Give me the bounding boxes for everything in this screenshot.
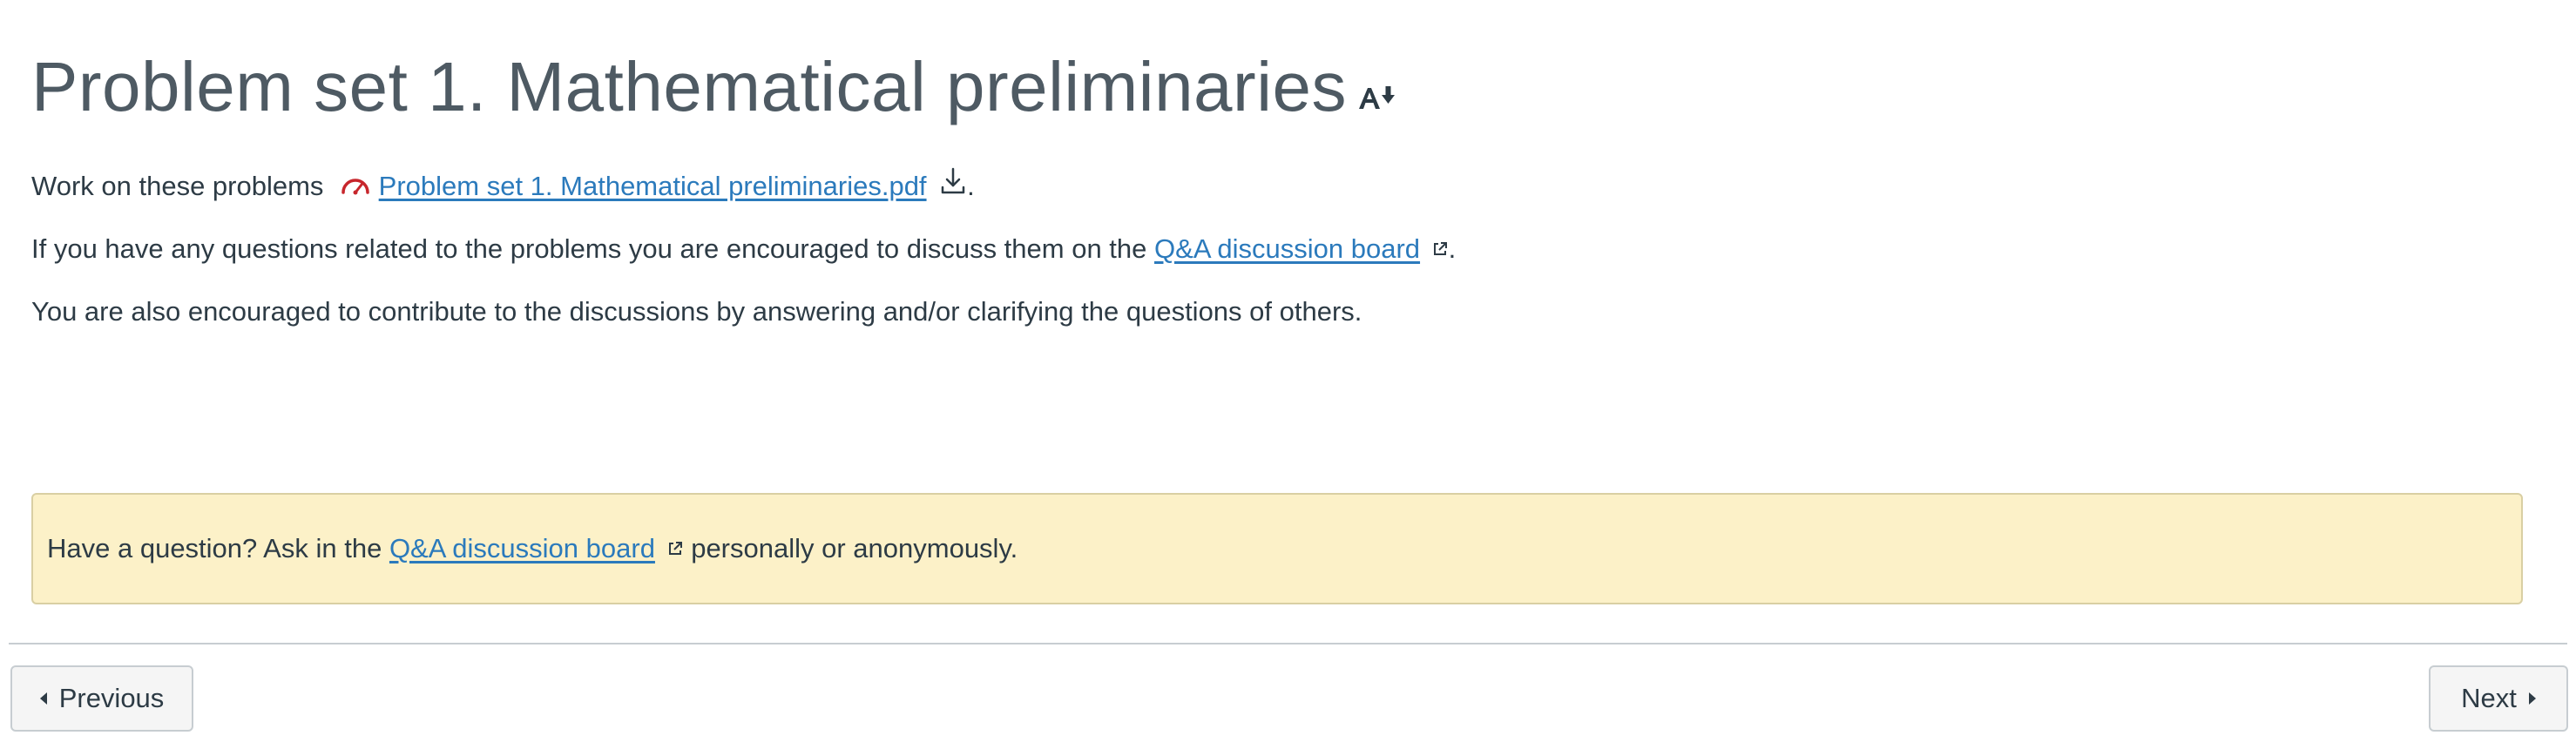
discussion-text: If you have any questions related to the… bbox=[31, 233, 1147, 264]
caret-left-icon bbox=[39, 692, 47, 705]
caret-right-icon bbox=[2528, 692, 2536, 705]
instructions-period: . bbox=[967, 171, 975, 201]
accessibility-font-icon[interactable] bbox=[1357, 45, 1396, 132]
download-icon[interactable] bbox=[939, 166, 967, 206]
notice-qa-discussion-board-link[interactable]: Q&A discussion board bbox=[389, 533, 655, 563]
instructions-text: Work on these problems bbox=[31, 171, 324, 201]
notice-text: Have a question? Ask in the Q&A discussi… bbox=[47, 530, 1018, 570]
question-notice-box: Have a question? Ask in the Q&A discussi… bbox=[31, 493, 2523, 604]
previous-label: Previous bbox=[58, 683, 165, 713]
page-title: Problem set 1. Mathematical preliminarie… bbox=[31, 44, 1396, 136]
notice-prefix: Have a question? Ask in the bbox=[47, 533, 382, 563]
instructions-paragraph: Work on these problems Problem set 1. Ma… bbox=[31, 167, 975, 208]
discussion-paragraph: If you have any questions related to the… bbox=[31, 230, 1456, 270]
next-button[interactable]: Next bbox=[2429, 665, 2568, 732]
footer-divider bbox=[9, 643, 2567, 644]
contribute-paragraph: You are also encouraged to contribute to… bbox=[31, 293, 1362, 331]
external-link-icon bbox=[666, 530, 684, 568]
discussion-period: . bbox=[1448, 233, 1457, 264]
contribute-text: You are also encouraged to contribute to… bbox=[31, 296, 1362, 327]
external-link-icon bbox=[1431, 230, 1449, 268]
qa-discussion-board-link[interactable]: Q&A discussion board bbox=[1154, 233, 1420, 264]
previous-button[interactable]: Previous bbox=[10, 665, 193, 732]
notice-suffix: personally or anonymously. bbox=[691, 533, 1018, 563]
gauge-icon bbox=[340, 167, 371, 206]
page: Problem set 1. Mathematical preliminarie… bbox=[0, 0, 2576, 749]
next-label: Next bbox=[2461, 683, 2517, 713]
page-title-text: Problem set 1. Mathematical preliminarie… bbox=[31, 48, 1347, 125]
problem-set-pdf-link[interactable]: Problem set 1. Mathematical preliminarie… bbox=[379, 171, 927, 201]
